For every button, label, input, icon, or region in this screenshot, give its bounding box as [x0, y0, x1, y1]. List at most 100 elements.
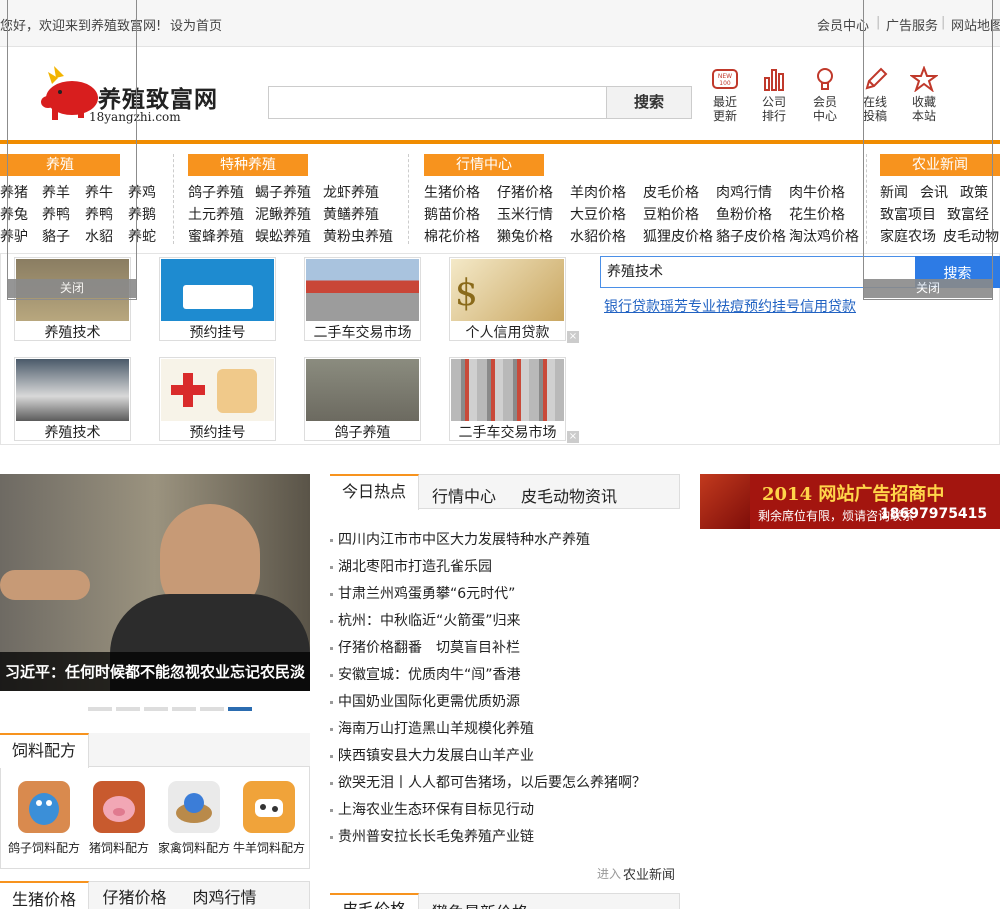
category-head-special[interactable]: 特种养殖	[188, 154, 308, 176]
floating-ad-frame-left	[7, 0, 137, 300]
nav-link[interactable]: 皮毛价格	[643, 182, 699, 202]
feed-item-label: 鸽子饲料配方	[7, 841, 80, 855]
tab-fur-animal-news[interactable]: 皮毛动物资讯	[521, 483, 617, 507]
ad-caption: 养殖技术	[44, 425, 101, 441]
nav-link[interactable]: 羊肉价格	[570, 182, 626, 202]
news-item[interactable]: 甘肃兰州鸡蛋勇攀“6元时代”	[330, 583, 515, 603]
news-item[interactable]: 贵州普安拉长长毛兔养殖产业链	[330, 826, 534, 846]
carousel-dot[interactable]	[200, 707, 224, 711]
feed-item-cattle[interactable]: 牛羊饲料配方	[231, 781, 307, 856]
ad-tile[interactable]: 预约挂号	[159, 257, 276, 341]
member-center-link[interactable]: 会员中心	[817, 15, 869, 34]
close-right-ad-button[interactable]: 关闭	[863, 279, 993, 298]
news-item[interactable]: 海南万山打造黑山羊规模化养殖	[330, 718, 534, 738]
search-input[interactable]	[268, 86, 607, 119]
top-bar: 您好，欢迎来到养殖致富网! 设为首页 会员中心 | 广告服务 | 网站地图	[0, 0, 1000, 47]
svg-text:100: 100	[719, 80, 731, 87]
news-item[interactable]: 安徽宣城：优质肉牛“闯”香港	[330, 664, 521, 684]
ad-caption: 二手车交易市场	[458, 425, 557, 441]
ad-close-icon[interactable]: ×	[567, 331, 579, 343]
carousel-dot[interactable]	[88, 707, 112, 711]
category-head-market[interactable]: 行情中心	[424, 154, 544, 176]
tab-fur-price[interactable]: 皮毛价格	[330, 893, 419, 909]
nav-link[interactable]: 黄粉虫养殖	[323, 226, 393, 246]
feed-item-pigeon[interactable]: 鸽子饲料配方	[6, 781, 82, 856]
nav-link[interactable]: 泥鳅养殖	[255, 204, 311, 224]
nav-link[interactable]: 棉花价格	[424, 226, 480, 246]
search-button[interactable]: 搜索	[606, 86, 692, 119]
latest-updates-label1: 最近	[712, 95, 737, 109]
carousel-dot-active[interactable]	[228, 707, 252, 711]
more-agri-news-link[interactable]: 农业新闻	[623, 864, 675, 883]
latest-updates-button[interactable]: NEW 100 最近 更新	[705, 66, 745, 123]
news-item[interactable]: 四川内江市市中区大力发展特种水产养殖	[330, 529, 590, 549]
feed-item-poultry[interactable]: 家禽饲料配方	[156, 781, 232, 856]
news-item[interactable]: 杭州：中秋临近“火箭蛋”归来	[330, 610, 521, 630]
latest-updates-label2: 更新	[712, 109, 737, 123]
nav-link[interactable]: 豆粕价格	[643, 204, 699, 224]
carousel-dot[interactable]	[144, 707, 168, 711]
ad-image	[16, 359, 129, 421]
news-item[interactable]: 陕西镇安县大力发展白山羊产业	[330, 745, 534, 765]
feed-item-pig[interactable]: 猪饲料配方	[81, 781, 157, 856]
nav-link[interactable]: 蜈蚣养殖	[255, 226, 311, 246]
member-center-label2: 中心	[812, 109, 837, 123]
ad-search-link[interactable]: 银行贷款瑶芳专业祛痘预约挂号信用贷款	[604, 296, 856, 316]
nav-link[interactable]: 肉鸡行情	[716, 182, 772, 202]
ad-image	[451, 359, 564, 421]
nav-link[interactable]: 黄鳝养殖	[323, 204, 379, 224]
nav-link[interactable]: 蜜蜂养殖	[188, 226, 244, 246]
nav-divider	[173, 154, 174, 244]
nav-link[interactable]: 土元养殖	[188, 204, 244, 224]
tab-piglet-price[interactable]: 仔猪价格	[92, 881, 177, 909]
tab-hog-price[interactable]: 生猪价格	[0, 881, 89, 909]
ad-tile[interactable]: 二手车交易市场	[304, 257, 421, 341]
news-item[interactable]: 中国奶业国际化更需优质奶源	[330, 691, 520, 711]
ad-tile[interactable]: 二手车交易市场	[449, 357, 566, 441]
news-item[interactable]: 欲哭无泪丨人人都可告猪场，以后要怎么养猪啊？	[330, 772, 646, 792]
nav-link[interactable]: 獭兔价格	[497, 226, 553, 246]
ad-tile[interactable]: 预约挂号	[159, 357, 276, 441]
tab-feed-formula[interactable]: 饲料配方	[0, 733, 89, 768]
nav-link[interactable]: 鹅苗价格	[424, 204, 480, 224]
nav-link[interactable]: 淘汰鸡价格	[789, 226, 859, 246]
feed-item-label: 猪饲料配方	[88, 841, 149, 855]
news-item[interactable]: 仔猪价格翻番 切莫盲目补栏	[330, 637, 520, 657]
new-100-icon: NEW100	[712, 69, 738, 89]
svg-text:NEW: NEW	[718, 73, 732, 80]
ad-close-icon[interactable]: ×	[567, 431, 579, 443]
tab-rex-rabbit-price[interactable]: 獭兔最新价格	[432, 899, 528, 909]
nav-link[interactable]: 鱼粉价格	[716, 204, 772, 224]
set-home-link[interactable]: 设为首页	[170, 15, 222, 34]
nav-link[interactable]: 龙虾养殖	[323, 182, 379, 202]
nav-link[interactable]: 蝎子养殖	[255, 182, 311, 202]
tab-broiler-market[interactable]: 肉鸡行情	[182, 881, 267, 909]
nav-divider	[408, 154, 409, 244]
carousel-dot[interactable]	[116, 707, 140, 711]
nav-link[interactable]: 肉牛价格	[789, 182, 845, 202]
nav-link[interactable]: 狐狸皮价格	[643, 226, 713, 246]
ad-tile[interactable]: $ 个人信用贷款	[449, 257, 566, 341]
company-ranking-button[interactable]: 公司 排行	[754, 66, 794, 123]
nav-link[interactable]: 玉米行情	[497, 204, 553, 224]
nav-link[interactable]: 花生价格	[789, 204, 845, 224]
tab-today-hot[interactable]: 今日热点	[330, 474, 419, 510]
nav-link[interactable]: 仔猪价格	[497, 182, 553, 202]
nav-link[interactable]: 鸽子养殖	[188, 182, 244, 202]
nav-link[interactable]: 水貂价格	[570, 226, 626, 246]
ad-tile[interactable]: 鸽子养殖	[304, 357, 421, 441]
nav-link[interactable]: 生猪价格	[424, 182, 480, 202]
cow-icon	[243, 781, 295, 833]
header-divider	[0, 140, 1000, 144]
feed-item-label: 牛羊饲料配方	[232, 841, 305, 855]
member-center-button[interactable]: 会员 中心	[805, 66, 845, 123]
news-item[interactable]: 湖北枣阳市打造孔雀乐园	[330, 556, 492, 576]
carousel-caption[interactable]: 习近平：任何时候都不能忽视农业忘记农民淡	[5, 661, 305, 682]
tab-market-center[interactable]: 行情中心	[432, 483, 496, 507]
close-left-ad-button[interactable]: 关闭	[7, 279, 137, 298]
carousel-dot[interactable]	[172, 707, 196, 711]
news-item[interactable]: 上海农业生态环保有目标见行动	[330, 799, 534, 819]
nav-link[interactable]: 大豆价格	[570, 204, 626, 224]
nav-link[interactable]: 貉子皮价格	[716, 226, 786, 246]
ad-tile[interactable]: 养殖技术	[14, 357, 131, 441]
